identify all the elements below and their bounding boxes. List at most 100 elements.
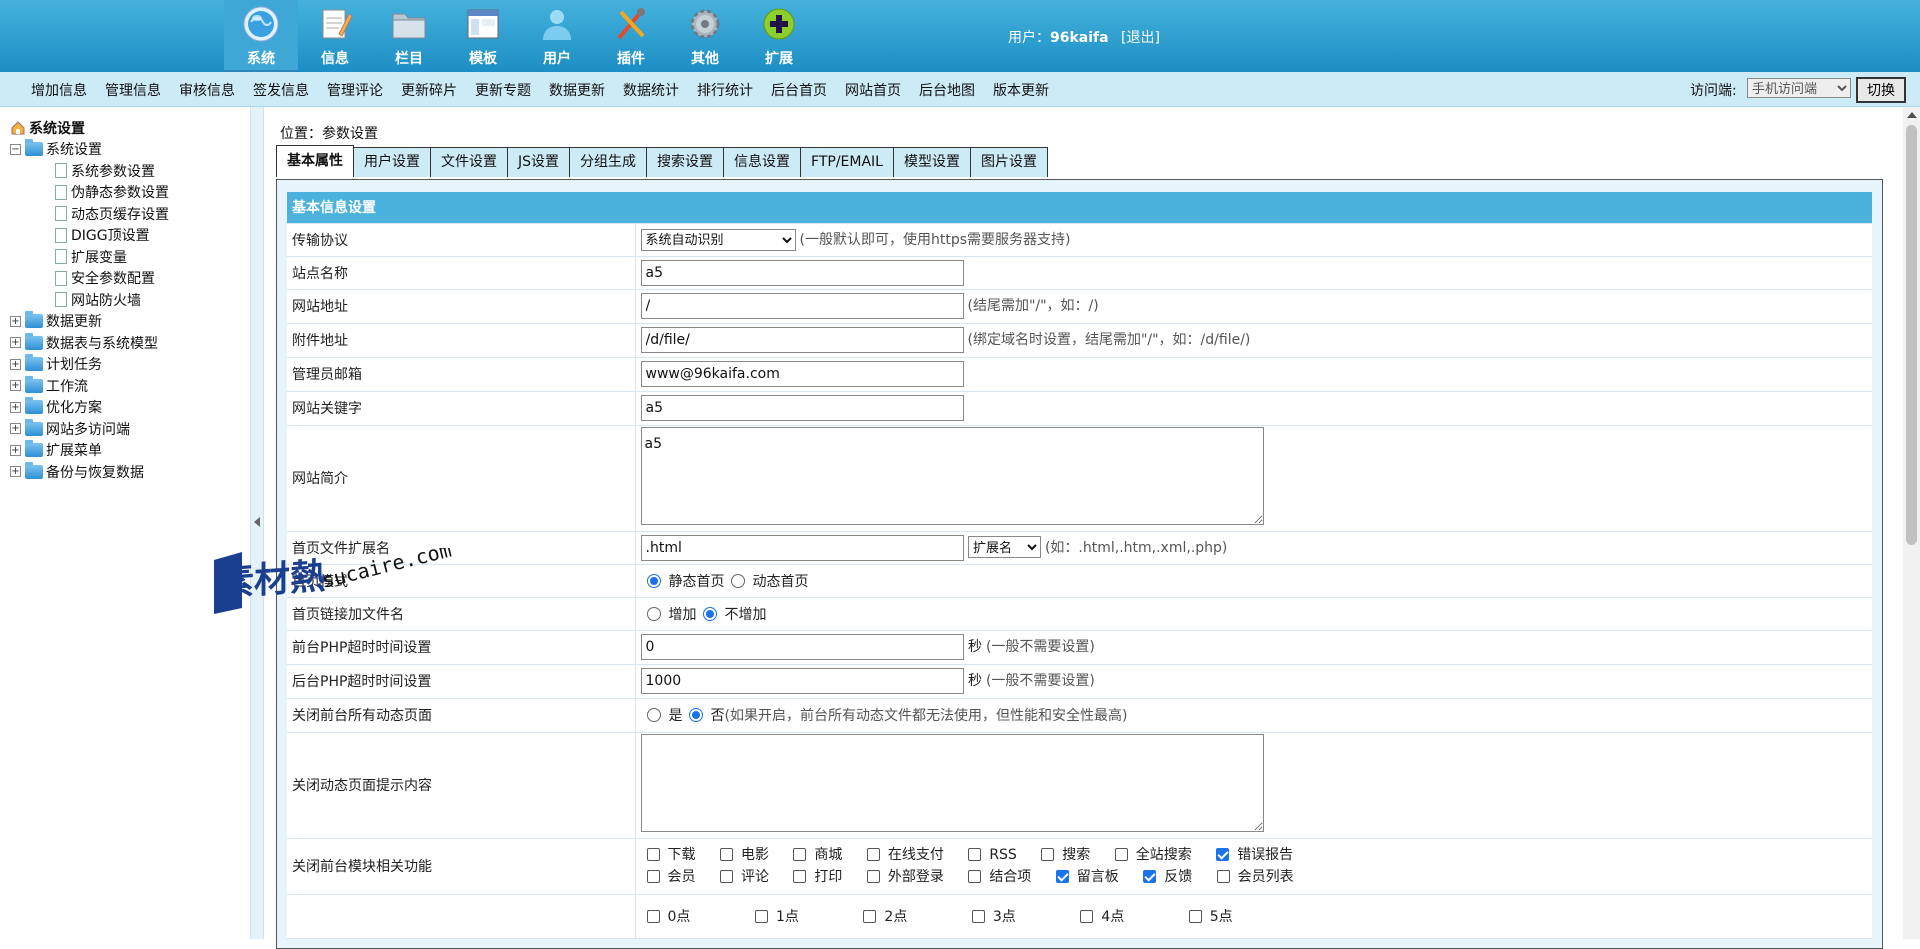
collapse-arrow-icon[interactable] <box>254 517 260 527</box>
nav-info[interactable]: 信息 <box>298 0 372 72</box>
tree-group-data-update[interactable]: + 数据更新 <box>10 311 169 333</box>
checkbox-hour-4[interactable] <box>1080 910 1094 923</box>
checkbox-hour-5[interactable] <box>1188 910 1202 923</box>
expand-icon[interactable]: + <box>10 380 21 392</box>
vertical-scrollbar[interactable] <box>1903 107 1920 939</box>
radio-no[interactable] <box>688 708 703 722</box>
tree-item-cache[interactable]: 动态页缓存设置 <box>10 203 169 225</box>
logout-link[interactable]: [退出] <box>1121 30 1160 46</box>
checkbox-hour-3[interactable] <box>971 910 985 923</box>
nav-column[interactable]: 栏目 <box>372 0 446 72</box>
expand-icon[interactable]: + <box>10 358 21 370</box>
expand-icon[interactable]: + <box>10 466 21 478</box>
link-data-update[interactable]: 数据更新 <box>549 80 605 100</box>
tab-basic[interactable]: 基本属性 <box>276 145 354 177</box>
expand-icon[interactable]: + <box>10 444 21 456</box>
admin-email-input[interactable] <box>640 361 964 387</box>
tree-group-optimize[interactable]: + 优化方案 <box>10 397 169 419</box>
checkbox-search[interactable] <box>1041 848 1055 861</box>
radio-yes[interactable] <box>646 708 661 722</box>
tree-item-rewrite[interactable]: 伪静态参数设置 <box>10 182 169 204</box>
checkbox-external-login[interactable] <box>866 870 880 883</box>
tree-group-tables[interactable]: + 数据表与系统模型 <box>10 332 169 354</box>
checkbox-rss[interactable] <box>968 848 982 861</box>
link-review-info[interactable]: 审核信息 <box>179 80 235 100</box>
switch-button[interactable]: 切换 <box>1856 77 1906 103</box>
ext-select[interactable]: 扩展名 <box>967 536 1041 558</box>
checkbox-hour-2[interactable] <box>863 910 877 923</box>
link-version-update[interactable]: 版本更新 <box>993 80 1049 100</box>
sidebar-splitter[interactable] <box>250 107 264 939</box>
tree-group-backup[interactable]: + 备份与恢复数据 <box>10 461 169 483</box>
tree-root[interactable]: 系统设置 <box>10 117 169 139</box>
checkbox-download[interactable] <box>646 848 660 861</box>
tree-group-tasks[interactable]: + 计划任务 <box>10 354 169 376</box>
radio-dynamic[interactable] <box>730 573 745 588</box>
link-update-fragments[interactable]: 更新碎片 <box>401 80 457 100</box>
scroll-thumb[interactable] <box>1906 125 1917 545</box>
tree-group-workflow[interactable]: + 工作流 <box>10 375 169 397</box>
collapse-icon[interactable]: − <box>10 143 21 155</box>
checkbox-hour-1[interactable] <box>754 910 768 923</box>
nav-plugin[interactable]: 插件 <box>594 0 668 72</box>
link-admin-map[interactable]: 后台地图 <box>919 80 975 100</box>
expand-icon[interactable]: + <box>10 423 21 435</box>
tab-ftp-email[interactable]: FTP/EMAIL <box>800 147 894 177</box>
scroll-up-icon[interactable] <box>1907 112 1917 118</box>
tab-user[interactable]: 用户设置 <box>353 147 431 177</box>
link-admin-home[interactable]: 后台首页 <box>771 80 827 100</box>
tab-file[interactable]: 文件设置 <box>430 147 508 177</box>
checkbox-guestbook[interactable] <box>1055 870 1069 883</box>
link-ranking-stats[interactable]: 排行统计 <box>697 80 753 100</box>
nav-template[interactable]: 模板 <box>446 0 520 72</box>
checkbox-online-pay[interactable] <box>866 848 880 861</box>
tab-image[interactable]: 图片设置 <box>969 147 1048 177</box>
php-back-input[interactable] <box>640 668 964 694</box>
nav-extend[interactable]: 扩展 <box>742 0 816 72</box>
checkbox-shop[interactable] <box>793 848 807 861</box>
php-front-input[interactable] <box>640 634 964 660</box>
tree-group-multi-client[interactable]: + 网站多访问端 <box>10 418 169 440</box>
radio-add[interactable] <box>646 606 661 621</box>
nav-system[interactable]: 系统 <box>224 0 298 72</box>
tree-item-firewall[interactable]: 网站防火墙 <box>10 289 169 311</box>
tree-group-system-settings[interactable]: − 系统设置 <box>10 139 169 161</box>
site-name-input[interactable] <box>640 259 964 286</box>
tab-group-gen[interactable]: 分组生成 <box>569 147 648 177</box>
site-url-input[interactable] <box>640 293 964 319</box>
tree-item-digg[interactable]: DIGG顶设置 <box>10 225 169 247</box>
link-manage-comments[interactable]: 管理评论 <box>327 80 383 100</box>
nav-other[interactable]: 其他 <box>668 0 742 72</box>
close-tip-textarea[interactable] <box>640 734 1264 832</box>
checkbox-error-report[interactable] <box>1216 848 1230 861</box>
tree-item-security[interactable]: 安全参数配置 <box>10 268 169 290</box>
checkbox-feedback[interactable] <box>1143 870 1157 883</box>
tab-search[interactable]: 搜索设置 <box>646 147 725 177</box>
checkbox-hour-0[interactable] <box>646 910 660 923</box>
checkbox-comment[interactable] <box>719 870 733 883</box>
index-ext-input[interactable] <box>640 534 964 561</box>
link-update-topics[interactable]: 更新专题 <box>475 80 531 100</box>
expand-icon[interactable]: + <box>10 315 21 327</box>
tab-model[interactable]: 模型设置 <box>892 147 971 177</box>
checkbox-member[interactable] <box>646 870 660 883</box>
checkbox-member-list[interactable] <box>1216 870 1230 883</box>
checkbox-print[interactable] <box>793 870 807 883</box>
link-sign-info[interactable]: 签发信息 <box>253 80 309 100</box>
keywords-input[interactable] <box>640 395 964 421</box>
attach-url-input[interactable] <box>640 327 964 353</box>
expand-icon[interactable]: + <box>10 337 21 349</box>
link-data-stats[interactable]: 数据统计 <box>623 80 679 100</box>
checkbox-movie[interactable] <box>719 848 733 861</box>
tab-info[interactable]: 信息设置 <box>723 147 802 177</box>
nav-user[interactable]: 用户 <box>520 0 594 72</box>
tree-item-ext-vars[interactable]: 扩展变量 <box>10 246 169 268</box>
tree-group-ext-menu[interactable]: + 扩展菜单 <box>10 440 169 462</box>
checkbox-combine[interactable] <box>968 870 982 883</box>
radio-static[interactable] <box>646 573 661 588</box>
intro-textarea[interactable]: a5 <box>640 427 1264 525</box>
expand-icon[interactable]: + <box>10 401 21 413</box>
tree-item-sys-params[interactable]: 系统参数设置 <box>10 160 169 182</box>
protocol-select[interactable]: 系统自动识别 <box>640 228 796 251</box>
radio-not-add[interactable] <box>702 606 717 621</box>
